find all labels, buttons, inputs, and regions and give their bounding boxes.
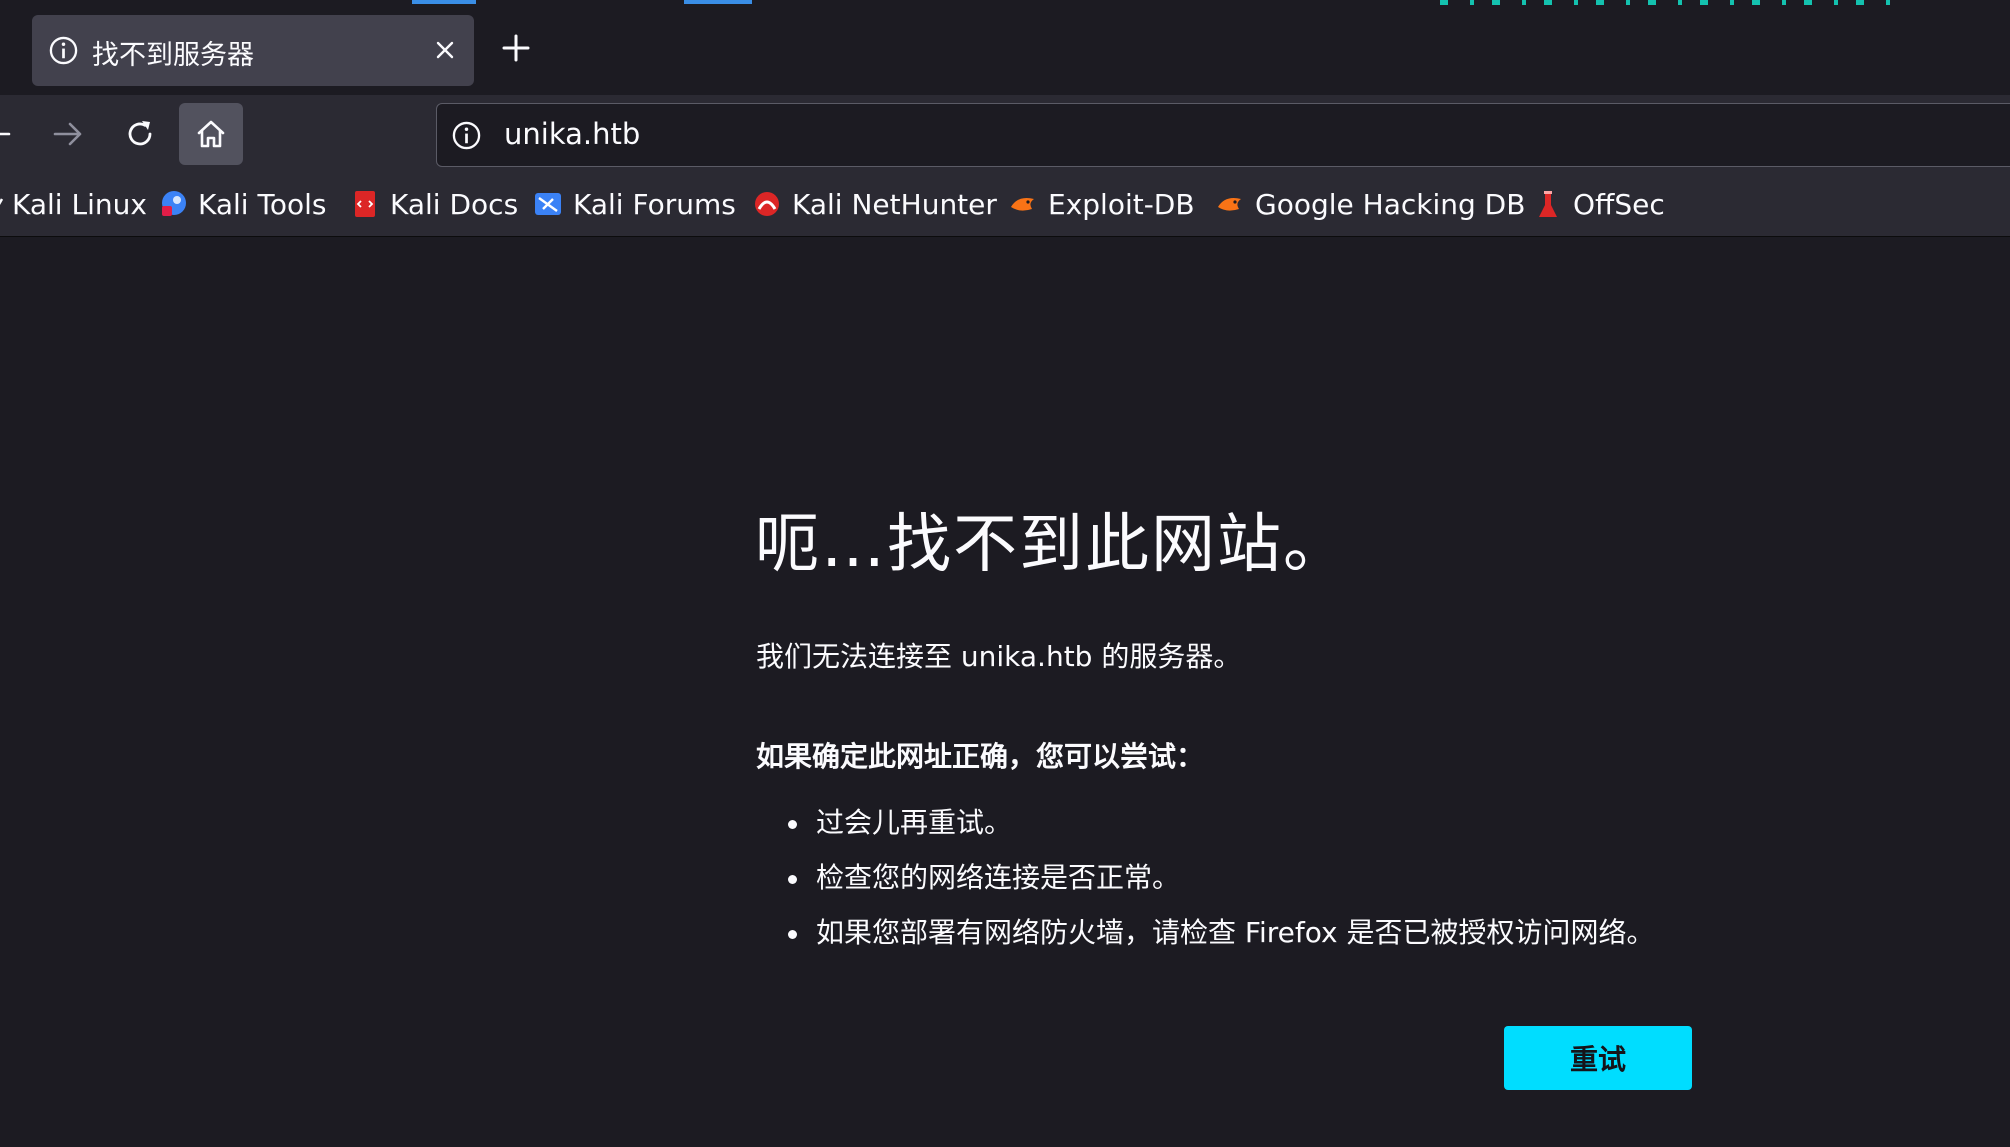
error-description: 我们无法连接至 unika.htb 的服务器。 bbox=[756, 640, 1242, 673]
close-icon[interactable] bbox=[430, 35, 460, 65]
bookmark-kali-docs[interactable]: Kali Docs bbox=[350, 185, 518, 223]
error-title: 呃…找不到此网站。 bbox=[755, 508, 1349, 582]
forward-button[interactable] bbox=[36, 103, 100, 165]
arrow-left-icon bbox=[0, 132, 11, 136]
bookmark-kali-tools[interactable]: Kali Tools bbox=[158, 185, 326, 223]
bookmark-exploit-db[interactable]: Exploit-DB bbox=[1008, 185, 1195, 223]
bookmark-kali-nethunter[interactable]: Kali NetHunter bbox=[752, 185, 997, 223]
error-page: 呃…找不到此网站。 我们无法连接至 unika.htb 的服务器。 如果确定此网… bbox=[0, 237, 2010, 1147]
top-glitch-strip bbox=[1440, 0, 1890, 5]
suggestion-item: 检查您的网络连接是否正常。 bbox=[786, 858, 1654, 913]
suggestion-item: 过会儿再重试。 bbox=[786, 803, 1654, 858]
bookmark-offsec[interactable]: OffSec bbox=[1533, 185, 1665, 223]
navigation-toolbar: unika.htb bbox=[0, 95, 2010, 171]
site-info-icon[interactable] bbox=[451, 120, 482, 151]
top-accent-bar bbox=[412, 0, 476, 4]
arrow-right-icon bbox=[53, 122, 82, 146]
bookmark-kali-forums[interactable]: Kali Forums bbox=[533, 185, 736, 223]
tab-strip: 找不到服务器 bbox=[0, 0, 2010, 95]
kali-docs-icon bbox=[355, 191, 375, 217]
tab-title: 找不到服务器 bbox=[92, 40, 254, 71]
kali-nethunter-icon bbox=[755, 192, 779, 216]
home-button[interactable] bbox=[179, 103, 243, 165]
kali-tools-icon bbox=[162, 191, 186, 216]
reload-icon bbox=[128, 121, 152, 146]
error-hint: 如果确定此网址正确，您可以尝试： bbox=[756, 740, 1205, 773]
offsec-icon bbox=[1539, 191, 1557, 217]
kali-dragon-icon bbox=[0, 198, 4, 206]
exploit-db-icon bbox=[1011, 198, 1034, 211]
home-icon bbox=[197, 120, 225, 148]
ghdb-icon bbox=[1218, 198, 1241, 211]
top-accent-bar bbox=[684, 0, 752, 4]
bookmark-google-hacking-db[interactable]: Google Hacking DB bbox=[1215, 185, 1525, 223]
suggestion-item: 如果您部署有网络防火墙，请检查 Firefox 是否已被授权访问网络。 bbox=[786, 913, 1654, 968]
reload-button[interactable] bbox=[108, 103, 172, 165]
retry-button[interactable]: 重试 bbox=[1504, 1026, 1692, 1090]
bookmark-kali-linux[interactable]: Kali Linux bbox=[0, 185, 147, 223]
suggestion-list: 过会儿再重试。 检查您的网络连接是否正常。 如果您部署有网络防火墙，请检查 Fi… bbox=[786, 803, 1654, 968]
url-text[interactable]: unika.htb bbox=[504, 117, 640, 151]
bookmarks-toolbar: Kali Linux Kali Tools Kali Docs Kali For… bbox=[0, 171, 2010, 237]
kali-forums-icon bbox=[535, 193, 561, 215]
tab-active[interactable]: 找不到服务器 bbox=[32, 15, 474, 86]
new-tab-button[interactable] bbox=[500, 32, 532, 64]
back-button[interactable] bbox=[0, 103, 28, 165]
info-icon bbox=[49, 36, 78, 65]
url-bar[interactable]: unika.htb bbox=[436, 103, 2010, 167]
